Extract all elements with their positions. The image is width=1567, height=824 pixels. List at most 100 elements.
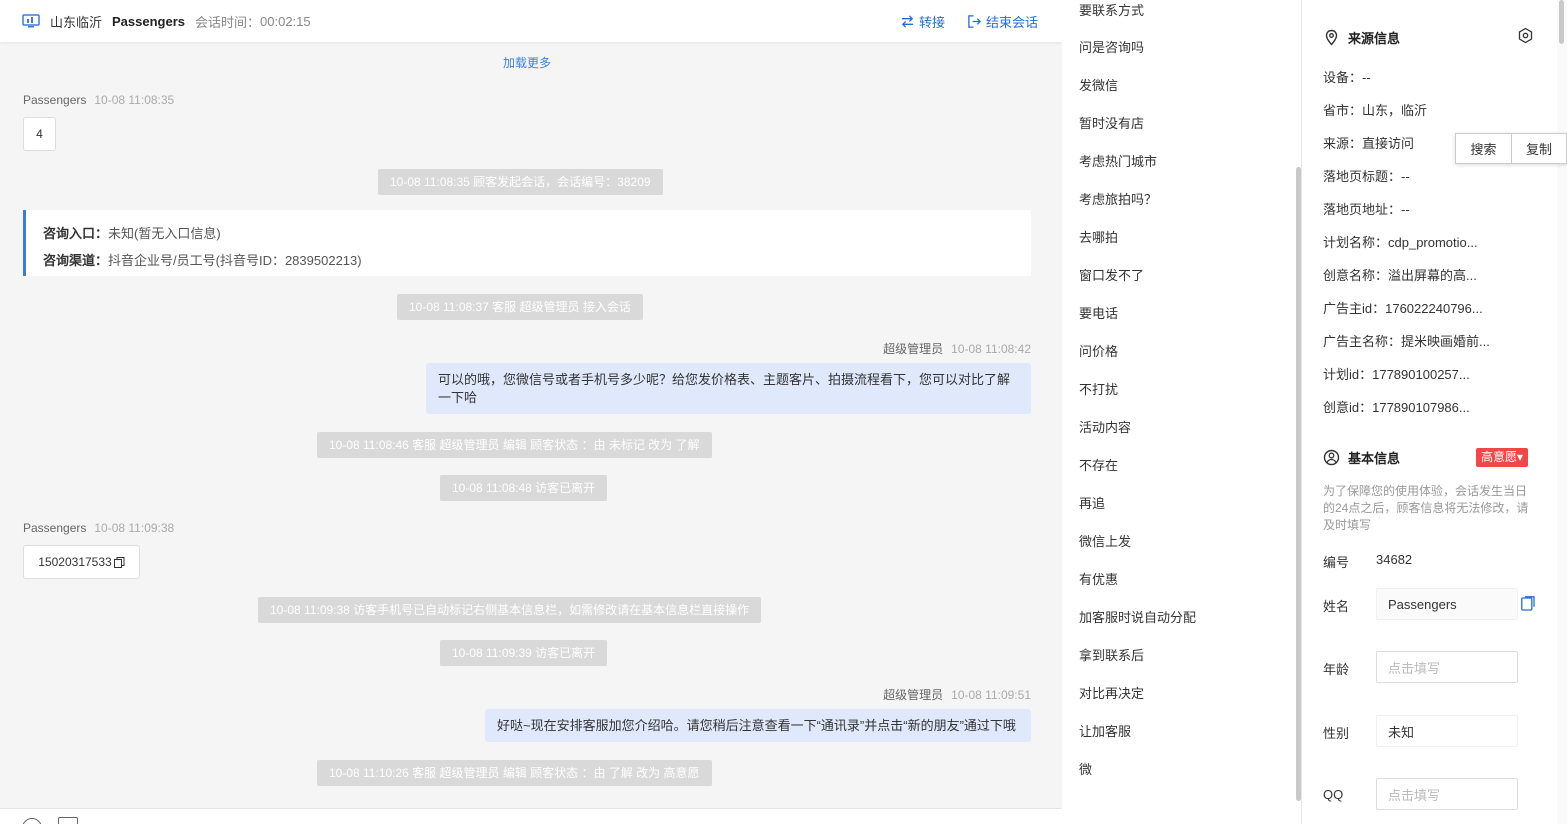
source-advertiser-id: 广告主id：176022240796... bbox=[1323, 301, 1483, 316]
entry-value: 未知(暂无入口信息) bbox=[108, 226, 221, 241]
quick-reply-item[interactable]: 考虑热门城市 bbox=[1079, 151, 1157, 170]
source-creative-id: 创意id：177890107986... bbox=[1323, 400, 1470, 415]
message-sender: 超级管理员 10-08 11:09:51 bbox=[883, 686, 1031, 703]
channel-value: 抖音企业号/员工号(抖音号ID：2839502213) bbox=[108, 253, 362, 268]
system-message: 10-08 11:09:38 访客手机号已自动标记右侧基本信息栏，如需修改请在基… bbox=[258, 597, 762, 623]
image-icon[interactable] bbox=[58, 817, 78, 824]
id-label: 编号 bbox=[1323, 555, 1350, 570]
sender-name: 超级管理员 bbox=[883, 342, 944, 356]
info-panel-scroll-track bbox=[1557, 0, 1567, 824]
quick-reply-item[interactable]: 让加客服 bbox=[1079, 721, 1131, 740]
quick-reply-item[interactable]: 再追 bbox=[1079, 493, 1105, 512]
quick-reply-item[interactable]: 不打扰 bbox=[1079, 379, 1118, 398]
quick-reply-item[interactable]: 对比再决定 bbox=[1079, 683, 1144, 702]
info-panel-scrollbar[interactable] bbox=[1559, 0, 1564, 44]
message-sender: 超级管理员 10-08 11:08:42 bbox=[883, 340, 1031, 357]
message-time: 10-08 11:09:51 bbox=[951, 688, 1031, 702]
chat-header: 山东临沂 Passengers 会话时间： 00:02:15 转接 结束会话 bbox=[0, 0, 1062, 42]
source-plan-name: 计划名称：cdp_promotio... bbox=[1323, 235, 1478, 250]
exit-icon bbox=[968, 14, 982, 28]
quick-reply-item[interactable]: 问价格 bbox=[1079, 341, 1118, 360]
customer-info-panel: 来源信息 设备：-- 省市：山东，临沂 来源：直接访问 落地页标题：-- 落地页… bbox=[1303, 0, 1567, 824]
quick-reply-item[interactable]: 微 bbox=[1079, 759, 1092, 778]
quick-reply-item[interactable]: 微信上发 bbox=[1079, 531, 1131, 550]
message-time: 10-08 11:08:42 bbox=[951, 342, 1031, 356]
visitor-name: Passengers bbox=[112, 13, 186, 29]
visitor-location: 山东临沂 bbox=[50, 14, 103, 30]
phone-number: 15020317533 bbox=[38, 555, 112, 569]
quick-reply-item[interactable]: 暂时没有店 bbox=[1079, 113, 1144, 132]
end-session-label: 结束会话 bbox=[985, 14, 1038, 30]
agent-message: 可以的哦，您微信号或者手机号多少呢？给您发价格表、主题客片、拍摄流程看下，您可以… bbox=[426, 363, 1031, 414]
system-message: 10-08 11:08:35 顾客发起会话，会话编号：38209 bbox=[378, 169, 663, 195]
system-message: 10-08 11:08:37 客服 超级管理员 接入会话 bbox=[397, 294, 643, 320]
transfer-button[interactable]: 转接 bbox=[900, 12, 945, 31]
source-info-title: 来源信息 bbox=[1323, 28, 1400, 47]
transfer-label: 转接 bbox=[918, 14, 945, 30]
channel-label: 咨询渠道： bbox=[43, 253, 109, 268]
visitor-message: 4 bbox=[23, 117, 56, 151]
agent-message: 好哒~现在安排客服加您介绍哈。请您稍后注意查看一下“通讯录”并点击“新的朋友”通… bbox=[485, 709, 1031, 742]
transfer-icon bbox=[901, 14, 914, 28]
emoji-icon[interactable] bbox=[22, 818, 42, 824]
session-time: 00:02:15 bbox=[260, 13, 311, 29]
quick-reply-item[interactable]: 有优惠 bbox=[1079, 569, 1118, 588]
visitor-message: 15020317533 bbox=[23, 545, 140, 579]
quick-reply-item[interactable]: 发微信 bbox=[1079, 75, 1118, 94]
source-info-label: 来源信息 bbox=[1348, 31, 1401, 46]
copy-icon[interactable] bbox=[113, 556, 125, 568]
source-origin: 来源：直接访问 bbox=[1323, 136, 1415, 151]
gender-select[interactable]: 未知 bbox=[1376, 715, 1518, 747]
quick-reply-item[interactable]: 加客服时说自动分配 bbox=[1079, 607, 1196, 626]
quick-reply-item[interactable]: 要电话 bbox=[1079, 303, 1118, 322]
edit-deadline-note: 为了保障您的使用体验，会话发生当日的24点之后，顾客信息将无法修改，请及时填写 bbox=[1323, 484, 1529, 532]
quick-reply-item[interactable]: 要联系方式 bbox=[1079, 0, 1144, 19]
source-plan-id: 计划id：177890100257... bbox=[1323, 367, 1470, 382]
source-device: 设备：-- bbox=[1323, 70, 1371, 85]
quick-reply-item[interactable]: 活动内容 bbox=[1079, 417, 1131, 436]
load-more-link[interactable]: 加载更多 bbox=[0, 54, 1054, 71]
sender-name: Passengers bbox=[23, 521, 87, 535]
source-creative-name: 创意名称：溢出屏幕的高... bbox=[1323, 268, 1477, 283]
system-message: 10-08 11:09:39 访客已离开 bbox=[440, 640, 608, 666]
quick-reply-scrollbar[interactable] bbox=[1296, 167, 1301, 801]
quick-reply-item[interactable]: 去哪拍 bbox=[1079, 227, 1118, 246]
header-actions: 转接 结束会话 bbox=[900, 0, 1038, 42]
location-pin-icon bbox=[1325, 29, 1338, 46]
quick-reply-item[interactable]: 问是咨询吗 bbox=[1079, 37, 1144, 56]
message-sender: Passengers 10-08 11:08:35 bbox=[23, 93, 174, 107]
basic-info-label: 基本信息 bbox=[1348, 451, 1401, 466]
qq-label: QQ bbox=[1323, 787, 1344, 802]
gender-label: 性别 bbox=[1323, 726, 1350, 741]
age-label: 年龄 bbox=[1323, 662, 1350, 677]
age-field[interactable]: 点击填写 bbox=[1376, 651, 1518, 683]
sender-name: Passengers bbox=[23, 93, 87, 107]
session-time-label: 会话时间： bbox=[195, 14, 261, 30]
quick-reply-item[interactable]: 考虑旅拍吗？ bbox=[1079, 189, 1157, 208]
intent-status-badge[interactable]: 高意愿▾ bbox=[1476, 448, 1529, 467]
sender-name: 超级管理员 bbox=[883, 688, 944, 702]
quick-reply-item[interactable]: 不存在 bbox=[1079, 455, 1118, 474]
user-circle-icon bbox=[1323, 449, 1340, 466]
name-label: 姓名 bbox=[1323, 599, 1350, 614]
qq-field[interactable]: 点击填写 bbox=[1376, 778, 1518, 810]
name-field[interactable]: Passengers bbox=[1376, 588, 1518, 620]
source-landing-url: 落地页地址：-- bbox=[1323, 202, 1410, 217]
message-sender: Passengers 10-08 11:09:38 bbox=[23, 521, 174, 535]
end-session-button[interactable]: 结束会话 bbox=[967, 12, 1038, 31]
monitor-icon bbox=[22, 14, 40, 28]
copy-button[interactable]: 复制 bbox=[1510, 134, 1566, 163]
settings-icon[interactable] bbox=[1517, 27, 1534, 44]
edit-icon[interactable] bbox=[1521, 596, 1535, 611]
message-time: 10-08 11:09:38 bbox=[94, 521, 175, 535]
search-button[interactable]: 搜索 bbox=[1456, 134, 1511, 163]
id-value: 34682 bbox=[1376, 552, 1413, 567]
entry-label: 咨询入口： bbox=[43, 226, 109, 241]
quick-reply-list: 要联系方式 问是咨询吗 发微信 暂时没有店 考虑热门城市 考虑旅拍吗？ 去哪拍 … bbox=[1062, 0, 1302, 824]
quick-reply-item[interactable]: 拿到联系后 bbox=[1079, 645, 1144, 664]
quick-reply-item[interactable]: 窗口发不了 bbox=[1079, 265, 1144, 284]
source-advertiser-name: 广告主名称：提米映画婚前... bbox=[1323, 334, 1490, 349]
chat-toolbar bbox=[0, 808, 1062, 824]
source-landing-title: 落地页标题：-- bbox=[1323, 169, 1410, 184]
system-message: 10-08 11:10:26 客服 超级管理员 编辑 顾客状态 ：由 了解 改为… bbox=[317, 760, 712, 786]
